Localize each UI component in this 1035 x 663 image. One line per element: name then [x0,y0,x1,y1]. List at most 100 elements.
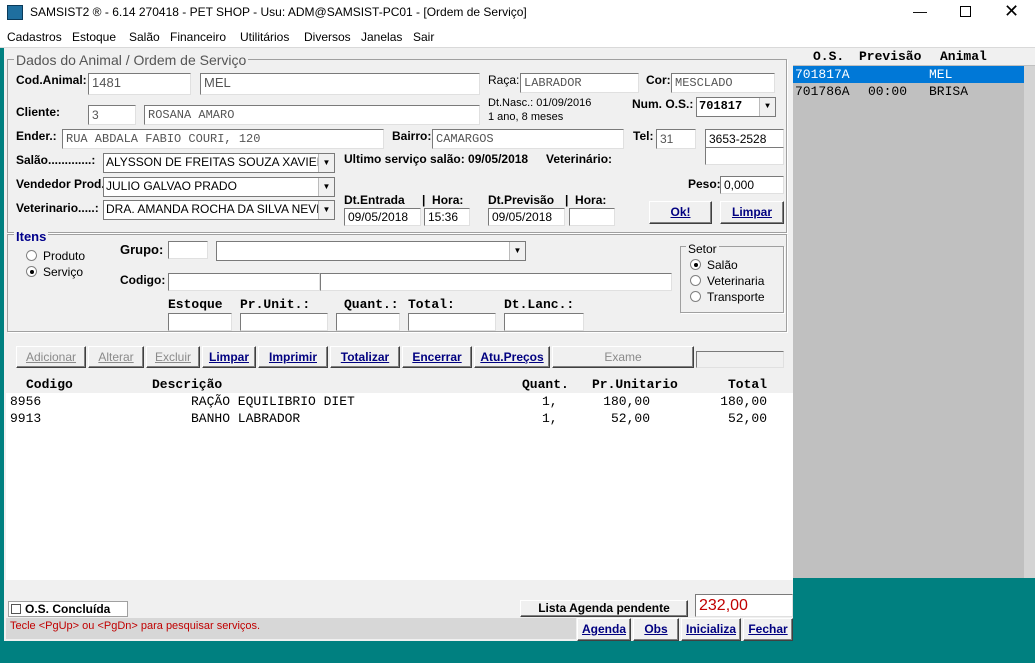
chevron-down-icon[interactable]: ▼ [509,242,525,260]
col-codigo[interactable]: Codigo [26,377,73,392]
cod-animal-label: Cod.Animal: [16,73,87,87]
cliente-name-field[interactable]: ROSANA AMARO [144,105,480,125]
col-animal[interactable]: Animal [940,49,987,64]
vet-select[interactable]: DRA. AMANDA ROCHA DA SILVA NEVES ▼ [103,200,335,220]
chevron-down-icon[interactable]: ▼ [318,154,334,172]
menu-bar: Cadastros Estoque Salão Financeiro Utili… [0,26,1035,48]
salao-select[interactable]: ALYSSON DE FREITAS SOUZA XAVIER ▼ [103,153,335,173]
limpar-button[interactable]: Limpar [720,201,784,224]
menu-cadastros[interactable]: Cadastros [7,30,62,44]
imprimir-button[interactable]: Imprimir [258,346,328,368]
estoque-field[interactable] [168,313,232,331]
hora-previsao-field[interactable] [569,208,615,226]
cor-label: Cor: [646,73,671,87]
dtentrada-field[interactable]: 09/05/2018 [344,208,421,226]
lista-agenda-button[interactable]: Lista Agenda pendente [520,600,688,617]
vendedor-label: Vendedor Prod. [16,177,105,191]
col-prunitario[interactable]: Pr.Unitario [592,377,678,392]
col-quant[interactable]: Quant. [522,377,569,392]
vendedor-select[interactable]: JULIO GALVAO PRADO ▼ [103,177,335,197]
ok-button[interactable]: Ok! [649,201,712,224]
cell-total: 180,00 [720,394,767,409]
items-grid[interactable]: 8956 RAÇÃO EQUILIBRIO DIET 1, 180,00 180… [6,393,793,580]
menu-financeiro[interactable]: Financeiro [170,30,226,44]
menu-utilitarios[interactable]: Utilitários [240,30,289,44]
os-list-item[interactable]: 701786A 00:00 BRISA [793,83,1024,100]
total-field[interactable] [408,313,496,331]
obs-button[interactable]: Obs [633,618,679,641]
tel-ddd-field[interactable]: 31 [656,129,696,149]
exame-button[interactable]: Exame [552,346,694,368]
codigo-desc-field[interactable] [320,273,672,291]
dtlanc-field[interactable] [504,313,584,331]
minimize-icon[interactable]: — [910,3,930,21]
cliente-code-field[interactable]: 3 [88,105,136,125]
setor-vet-radio[interactable]: Veterinaria [690,274,764,288]
table-row[interactable]: 8956 RAÇÃO EQUILIBRIO DIET 1, 180,00 180… [6,394,793,411]
vet-value: DRA. AMANDA ROCHA DA SILVA NEVES [106,202,333,216]
menu-janelas[interactable]: Janelas [361,30,402,44]
chevron-down-icon[interactable]: ▼ [318,201,334,219]
grupo-code-field[interactable] [168,241,208,259]
chevron-down-icon[interactable]: ▼ [759,98,775,116]
inicializa-button[interactable]: Inicializa [681,618,741,641]
radio-servico[interactable]: Serviço [26,265,83,279]
raca-field[interactable]: LABRADOR [520,73,639,93]
atu-precos-button[interactable]: Atu.Preços [474,346,550,368]
quant-field[interactable] [336,313,400,331]
bairro-field[interactable]: CAMARGOS [432,129,624,149]
os-concluida-checkbox[interactable]: O.S. Concluída [8,601,128,617]
totalizar-button[interactable]: Totalizar [330,346,400,368]
status-area: O.S. Concluída Lista Agenda pendente 232… [4,583,793,641]
col-os[interactable]: O.S. [813,49,844,64]
grupo-select[interactable]: ▼ [216,241,526,261]
table-row[interactable]: 9913 BANHO LABRADOR 1, 52,00 52,00 [6,411,793,428]
setor-transp-circle[interactable] [690,291,701,302]
col-previsao[interactable]: Previsão [859,49,921,64]
close-icon[interactable]: ✕ [1004,2,1019,20]
setor-vet-label: Veterinaria [707,274,765,288]
tel-label: Tel: [633,129,654,143]
setor-transp-radio[interactable]: Transporte [690,290,765,304]
radio-produto[interactable]: Produto [26,249,85,263]
ender-field[interactable]: RUA ABDALA FABIO COURI, 120 [62,129,384,149]
excluir-button[interactable]: Excluir [146,346,200,368]
fechar-button[interactable]: Fechar [743,618,793,641]
menu-sair[interactable]: Sair [413,30,434,44]
prunit-field[interactable] [240,313,328,331]
agenda-button[interactable]: Agenda [577,618,631,641]
cell-quant: 1, [542,411,558,426]
menu-salao[interactable]: Salão [129,30,160,44]
adicionar-button[interactable]: Adicionar [16,346,86,368]
os-animal: BRISA [929,84,969,99]
menu-diversos[interactable]: Diversos [304,30,351,44]
dtprevisao-field[interactable]: 09/05/2018 [488,208,565,226]
checkbox-box[interactable] [11,604,21,614]
cod-animal-field[interactable]: 1481 [88,73,191,95]
animal-name-field[interactable]: MEL [200,73,480,95]
numos-select[interactable]: 701817 ▼ [696,97,776,117]
hora-entrada-field[interactable]: 15:36 [424,208,470,226]
maximize-icon[interactable] [960,6,971,17]
col-descricao[interactable]: Descrição [152,377,222,392]
codigo-field[interactable] [168,273,320,291]
radio-produto-circle[interactable] [26,250,37,261]
limpar-itens-button[interactable]: Limpar [202,346,256,368]
os-list-header: O.S. Previsão Animal [793,48,1035,65]
radio-servico-label: Serviço [43,265,84,279]
os-list-scrollbar[interactable] [1024,66,1035,578]
alterar-button[interactable]: Alterar [88,346,144,368]
encerrar-button[interactable]: Encerrar [402,346,472,368]
setor-salao-circle[interactable] [690,259,701,270]
cor-field[interactable]: MESCLADO [671,73,775,93]
os-list-item-selected[interactable]: 701817A MEL [793,66,1024,83]
setor-salao-radio[interactable]: Salão [690,258,738,272]
chevron-down-icon[interactable]: ▼ [318,178,334,196]
peso-field[interactable]: 0,000 [720,176,784,194]
tel2-field[interactable] [705,147,784,165]
tel-field[interactable]: 3653-2528 [705,129,784,149]
radio-servico-circle[interactable] [26,266,37,277]
setor-vet-circle[interactable] [690,275,701,286]
col-total[interactable]: Total [728,377,767,392]
menu-estoque[interactable]: Estoque [72,30,116,44]
